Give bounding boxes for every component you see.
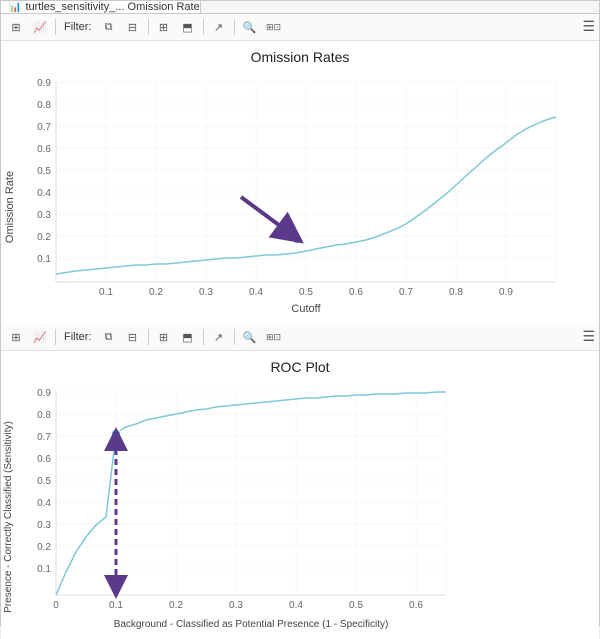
svg-text:0.9: 0.9 xyxy=(37,388,51,399)
omission-arrow xyxy=(241,197,291,234)
svg-text:0.5: 0.5 xyxy=(37,476,51,487)
main-container: 📊 turtles_sensitivity_... Omission Rates… xyxy=(0,0,600,626)
svg-text:0.1: 0.1 xyxy=(37,564,51,575)
svg-text:0.8: 0.8 xyxy=(37,410,51,421)
svg-text:0.5: 0.5 xyxy=(349,600,363,611)
sep3-top xyxy=(203,19,204,35)
export-btn-top[interactable]: ⬒ xyxy=(177,16,199,38)
svg-text:0.1: 0.1 xyxy=(37,254,51,265)
svg-text:0.3: 0.3 xyxy=(37,520,51,531)
omission-rates-tab-label: turtles_sensitivity_... Omission Rates xyxy=(25,1,201,13)
x-axis-label-bottom: Background - Classified as Potential Pre… xyxy=(114,619,389,630)
svg-text:0.5: 0.5 xyxy=(37,166,51,177)
omission-rates-panel: 📊 turtles_sensitivity_... Omission Rates… xyxy=(0,0,600,310)
sep4-top xyxy=(234,19,235,35)
sep2-top xyxy=(148,19,149,35)
svg-text:0.4: 0.4 xyxy=(249,287,263,298)
svg-text:0.1: 0.1 xyxy=(109,600,123,611)
svg-text:0.8: 0.8 xyxy=(37,100,51,111)
roc-highlight-point xyxy=(111,429,121,439)
roc-plot-chart: ROC Plot Presence - Correctly Classified… xyxy=(1,351,599,639)
svg-text:0.2: 0.2 xyxy=(37,542,51,553)
svg-text:0.7: 0.7 xyxy=(37,432,51,443)
svg-text:0.2: 0.2 xyxy=(37,232,51,243)
y-axis-label-top: Omission Rate xyxy=(4,171,16,243)
export-btn-bottom[interactable]: ⬒ xyxy=(177,326,199,348)
svg-text:0.3: 0.3 xyxy=(37,210,51,221)
menu-top[interactable]: ☰ xyxy=(582,18,595,36)
sep4-bottom xyxy=(234,329,235,345)
filter-btn1-top[interactable]: ⧉ xyxy=(98,16,120,38)
grid-btn-top[interactable]: ⊞ xyxy=(153,16,175,38)
x-axis-label-top: Cutoff xyxy=(291,303,321,315)
svg-text:0.7: 0.7 xyxy=(399,287,413,298)
chart-btn-top[interactable]: 📈 xyxy=(29,16,51,38)
omission-rates-svg: Omission Rate xyxy=(1,67,581,325)
svg-text:0.6: 0.6 xyxy=(409,600,423,611)
line-btn-top[interactable]: ↗ xyxy=(208,16,230,38)
grid-btn-bottom[interactable]: ⊞ xyxy=(153,326,175,348)
roc-plot-panel: 📊 turtles_sensitivity_...able - ROC Plot… xyxy=(0,310,600,626)
menu-bottom[interactable]: ☰ xyxy=(582,328,595,346)
svg-text:0.3: 0.3 xyxy=(229,600,243,611)
svg-text:0.2: 0.2 xyxy=(149,287,163,298)
zoom-btn-bottom[interactable]: 🔍 xyxy=(239,326,261,348)
chart-btn-bottom[interactable]: 📈 xyxy=(29,326,51,348)
svg-text:0.9: 0.9 xyxy=(37,78,51,89)
filter-btn2-top[interactable]: ⊟ xyxy=(122,16,144,38)
roc-plot-svg: Presence - Correctly Classified (Sensiti… xyxy=(1,377,581,639)
svg-text:0.6: 0.6 xyxy=(37,454,51,465)
zoom-btn-top[interactable]: 🔍 xyxy=(239,16,261,38)
svg-text:0: 0 xyxy=(53,600,59,611)
sep1-bottom xyxy=(55,329,56,345)
svg-text:0.2: 0.2 xyxy=(169,600,183,611)
omission-rates-toolbar: ⊞ 📈 Filter: ⧉ ⊟ ⊞ ⬒ ↗ 🔍 ⊞⊡ ☰ xyxy=(1,14,599,41)
svg-text:0.4: 0.4 xyxy=(37,188,51,199)
filter-btn1-bottom[interactable]: ⧉ xyxy=(98,326,120,348)
roc-plot-title: ROC Plot xyxy=(1,359,599,375)
svg-text:0.8: 0.8 xyxy=(449,287,463,298)
filter-label-top: Filter: xyxy=(64,21,92,33)
svg-text:0.6: 0.6 xyxy=(349,287,363,298)
omission-highlight-point xyxy=(292,234,302,244)
sep3-bottom xyxy=(203,329,204,345)
svg-text:0.1: 0.1 xyxy=(99,287,113,298)
svg-text:0.9: 0.9 xyxy=(499,287,513,298)
svg-text:0.6: 0.6 xyxy=(37,144,51,155)
svg-text:0.7: 0.7 xyxy=(37,122,51,133)
extent-btn-bottom[interactable]: ⊞⊡ xyxy=(263,326,285,348)
svg-text:0.4: 0.4 xyxy=(289,600,303,611)
y-axis-label-bottom: Presence - Correctly Classified (Sensiti… xyxy=(3,421,14,613)
extent-btn-top[interactable]: ⊞⊡ xyxy=(263,16,285,38)
omission-rates-chart: Omission Rates Omission Rate xyxy=(1,41,599,325)
filter-label-bottom: Filter: xyxy=(64,331,92,343)
table-btn-bottom[interactable]: ⊞ xyxy=(5,326,27,348)
omission-rates-tab[interactable]: 📊 turtles_sensitivity_... Omission Rates… xyxy=(1,1,201,13)
svg-text:0.5: 0.5 xyxy=(299,287,313,298)
svg-text:0.3: 0.3 xyxy=(199,287,213,298)
filter-btn2-bottom[interactable]: ⊟ xyxy=(122,326,144,348)
svg-text:0.4: 0.4 xyxy=(37,498,51,509)
table-btn-top[interactable]: ⊞ xyxy=(5,16,27,38)
omission-rates-title: Omission Rates xyxy=(1,49,599,65)
line-btn-bottom[interactable]: ↗ xyxy=(208,326,230,348)
tab-bar-top: 📊 turtles_sensitivity_... Omission Rates… xyxy=(1,1,599,14)
roc-plot-toolbar: ⊞ 📈 Filter: ⧉ ⊟ ⊞ ⬒ ↗ 🔍 ⊞⊡ ☰ xyxy=(1,324,599,351)
sep1-top xyxy=(55,19,56,35)
sep2-bottom xyxy=(148,329,149,345)
